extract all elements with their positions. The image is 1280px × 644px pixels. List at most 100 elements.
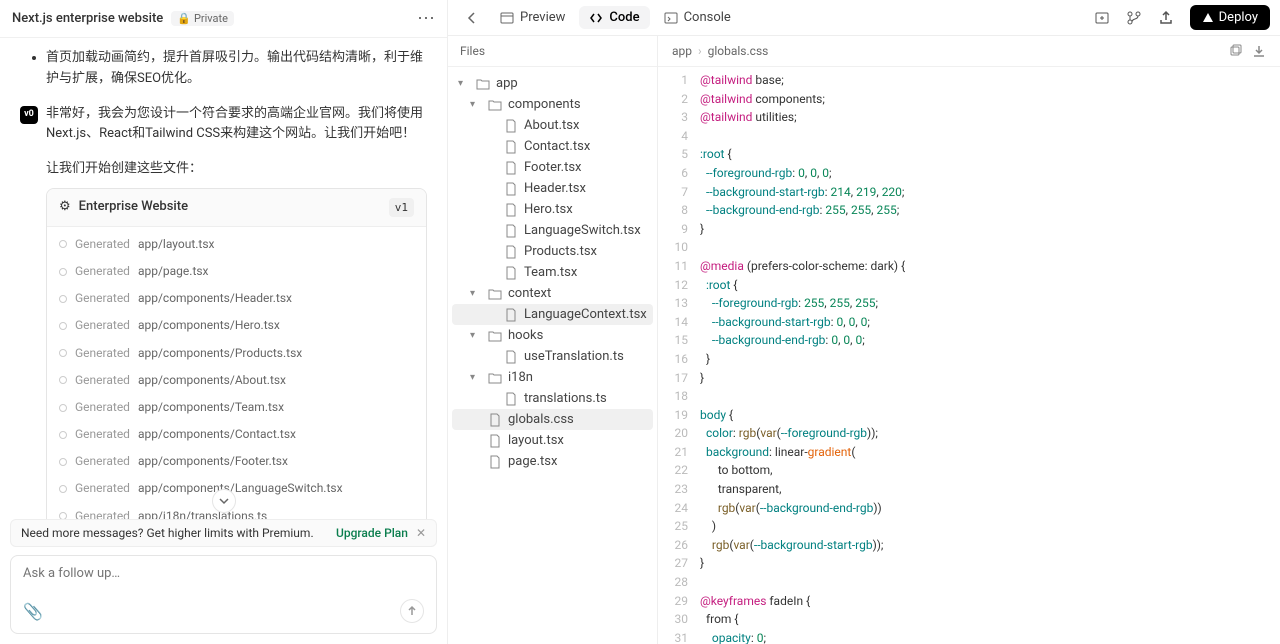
code-content[interactable]: rgb(var(--background-start-rgb)); (700, 536, 883, 555)
code-line: 9} (658, 220, 1280, 239)
tree-label: Footer.tsx (524, 160, 582, 175)
code-content[interactable]: color: rgb(var(--foreground-rgb)); (700, 424, 878, 443)
code-line: 4 (658, 127, 1280, 146)
tree-file[interactable]: About.tsx (452, 115, 653, 136)
code-content[interactable]: @tailwind components; (700, 90, 825, 109)
line-number: 13 (658, 294, 700, 313)
tree-folder[interactable]: ▾app (452, 73, 653, 94)
code-content[interactable]: --foreground-rgb: 0, 0, 0; (700, 164, 832, 183)
close-icon[interactable]: ✕ (416, 526, 426, 540)
terminal-icon (664, 11, 678, 25)
code-line: 13 --foreground-rgb: 255, 255, 255; (658, 294, 1280, 313)
tree-folder[interactable]: ▾hooks (452, 325, 653, 346)
tree-file[interactable]: useTranslation.ts (452, 346, 653, 367)
code-content[interactable]: } (700, 554, 704, 573)
tree-folder[interactable]: ▾context (452, 283, 653, 304)
code-line: 30 from { (658, 610, 1280, 629)
more-menu-icon[interactable]: ⋯ (417, 8, 435, 29)
code-content[interactable]: --background-start-rgb: 0, 0, 0; (700, 313, 870, 332)
line-number: 20 (658, 424, 700, 443)
gen-item: Generated app/components/Contact.tsx (47, 421, 426, 448)
download-icon[interactable] (1252, 44, 1266, 58)
line-number: 27 (658, 554, 700, 573)
tree-file[interactable]: Team.tsx (452, 262, 653, 283)
line-number: 31 (658, 629, 700, 644)
code-content[interactable]: --background-end-rgb: 0, 0, 0; (700, 331, 865, 350)
line-number: 22 (658, 461, 700, 480)
line-number: 23 (658, 480, 700, 499)
upgrade-link[interactable]: Upgrade Plan (336, 526, 408, 540)
tab-preview[interactable]: Preview (490, 6, 575, 29)
chevron-down-icon: ▾ (470, 372, 482, 383)
code-content[interactable]: @keyframes fadeIn { (700, 592, 810, 611)
tree-file[interactable]: Footer.tsx (452, 157, 653, 178)
line-number: 11 (658, 257, 700, 276)
copy-icon[interactable] (1228, 44, 1242, 58)
chevron-down-icon: ▾ (470, 288, 482, 299)
gen-item: Generated app/i18n/translations.ts (47, 503, 426, 519)
code-line: 7 --background-start-rgb: 214, 219, 220; (658, 183, 1280, 202)
tree-label: Team.tsx (524, 265, 577, 280)
version-badge: v1 (389, 198, 414, 218)
tree-file[interactable]: globals.css (452, 409, 653, 430)
scroll-down-button[interactable] (212, 489, 236, 513)
tree-file[interactable]: Header.tsx (452, 178, 653, 199)
tree-file[interactable]: Products.tsx (452, 241, 653, 262)
followup-input[interactable] (23, 566, 424, 581)
gen-item: Generated app/components/About.tsx (47, 367, 426, 394)
code-content[interactable]: from { (700, 610, 738, 629)
code-content[interactable]: :root { (700, 276, 737, 295)
code-content[interactable]: @tailwind utilities; (700, 108, 797, 127)
send-button[interactable] (400, 599, 424, 623)
code-content[interactable]: rgb(var(--background-end-rgb)) (700, 499, 882, 518)
code-content[interactable]: opacity: 0; (700, 629, 766, 644)
code-content[interactable]: transparent, (700, 480, 781, 499)
code-content[interactable]: @media (prefers-color-scheme: dark) { (700, 257, 905, 276)
code-content[interactable]: } (700, 369, 704, 388)
code-content[interactable]: @tailwind base; (700, 71, 784, 90)
breadcrumb-segment[interactable]: globals.css (708, 44, 769, 58)
attach-icon[interactable]: 📎 (23, 602, 43, 621)
code-line: 1@tailwind base; (658, 71, 1280, 90)
code-line: 31 opacity: 0; (658, 629, 1280, 644)
code-content[interactable]: :root { (700, 145, 732, 164)
tree-file[interactable]: Contact.tsx (452, 136, 653, 157)
code-content[interactable]: ) (700, 517, 716, 536)
line-number: 10 (658, 238, 700, 257)
tree-file[interactable]: layout.tsx (452, 430, 653, 451)
tab-console[interactable]: Console (654, 6, 741, 29)
branch-icon[interactable] (1120, 4, 1148, 32)
share-icon[interactable] (1152, 4, 1180, 32)
code-content[interactable]: body { (700, 406, 733, 425)
code-line: 2@tailwind components; (658, 90, 1280, 109)
code-content[interactable]: } (700, 350, 710, 369)
chevron-down-icon: ▾ (470, 99, 482, 110)
code-content[interactable]: --foreground-rgb: 255, 255, 255; (700, 294, 878, 313)
tree-file[interactable]: translations.ts (452, 388, 653, 409)
code-line: 8 --background-end-rgb: 255, 255, 255; (658, 201, 1280, 220)
tree-label: Contact.tsx (524, 139, 590, 154)
window-icon (500, 11, 514, 25)
tab-code[interactable]: Code (579, 6, 649, 29)
line-number: 3 (658, 108, 700, 127)
tree-file[interactable]: page.tsx (452, 451, 653, 472)
tree-file[interactable]: LanguageSwitch.tsx (452, 220, 653, 241)
tree-file[interactable]: LanguageContext.tsx (452, 304, 653, 325)
project-title: Next.js enterprise website (12, 11, 163, 26)
line-number: 19 (658, 406, 700, 425)
code-content[interactable]: --background-end-rgb: 255, 255, 255; (700, 201, 899, 220)
code-content[interactable]: --background-start-rgb: 214, 219, 220; (700, 183, 904, 202)
code-content[interactable]: background: linear-gradient( (700, 443, 855, 462)
add-panel-icon[interactable] (1088, 4, 1116, 32)
breadcrumb-segment[interactable]: app (672, 44, 692, 58)
tree-file[interactable]: Hero.tsx (452, 199, 653, 220)
gen-item: Generated app/layout.tsx (47, 231, 426, 258)
tree-folder[interactable]: ▾i18n (452, 367, 653, 388)
code-content[interactable]: to bottom, (700, 461, 773, 480)
collapse-panel-icon[interactable] (458, 4, 486, 32)
code-content[interactable]: } (700, 220, 704, 239)
deploy-button[interactable]: Deploy (1190, 5, 1270, 30)
tree-label: layout.tsx (508, 433, 564, 448)
tree-folder[interactable]: ▾components (452, 94, 653, 115)
gen-item: Generated app/page.tsx (47, 258, 426, 285)
